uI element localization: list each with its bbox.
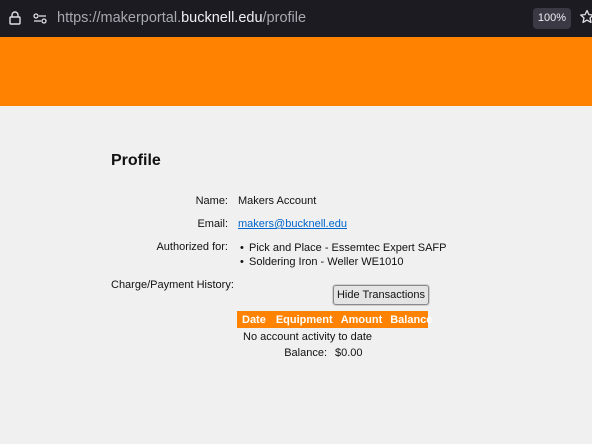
page-title: Profile xyxy=(111,152,161,169)
hide-transactions-button[interactable]: Hide Transactions xyxy=(333,285,429,305)
browser-toolbar: https://makerportal.bucknell.edu/profile… xyxy=(0,0,592,37)
balance-value: $0.00 xyxy=(335,347,363,359)
url-host: bucknell.edu xyxy=(181,10,263,26)
column-header-equipment: Equipment xyxy=(275,313,333,326)
bullet-icon: • xyxy=(240,256,244,268)
transactions-table-header: Date Equipment Amount Balance xyxy=(237,311,432,328)
name-value: Makers Account xyxy=(238,195,317,207)
url-path: /profile xyxy=(262,10,307,26)
balance-label: Balance: xyxy=(284,347,327,359)
email-value: makers@bucknell.edu xyxy=(238,218,347,230)
empty-transactions-message: No account activity to date xyxy=(243,331,373,343)
address-bar[interactable]: https://makerportal.bucknell.edu/profile xyxy=(57,10,306,26)
site-header-banner xyxy=(0,37,592,106)
site-permissions-icon[interactable] xyxy=(33,13,47,24)
lock-icon[interactable] xyxy=(9,11,21,25)
bullet-icon: • xyxy=(240,242,244,254)
list-item: • Soldering Iron - Weller WE1010 xyxy=(240,255,446,269)
authorized-item-label: Soldering Iron - Weller WE1010 xyxy=(249,256,404,268)
authorized-item-label: Pick and Place - Essemtec Expert SAFP xyxy=(249,242,447,254)
column-header-date: Date xyxy=(242,313,266,326)
authorized-equipment-list: • Pick and Place - Essemtec Expert SAFP •… xyxy=(240,241,446,269)
column-header-balance: Balance xyxy=(390,313,433,326)
email-label: Email: xyxy=(197,218,228,230)
authorized-label: Authorized for: xyxy=(156,241,228,253)
history-label: Charge/Payment History: xyxy=(111,279,234,291)
bookmark-star-icon[interactable] xyxy=(579,9,592,25)
email-link[interactable]: makers@bucknell.edu xyxy=(238,218,347,230)
name-label: Name: xyxy=(195,195,228,207)
zoom-level-button[interactable]: 100% xyxy=(533,8,571,29)
url-prefix: https://makerportal. xyxy=(57,10,182,26)
list-item: • Pick and Place - Essemtec Expert SAFP xyxy=(240,241,446,255)
column-header-amount: Amount xyxy=(340,313,383,326)
